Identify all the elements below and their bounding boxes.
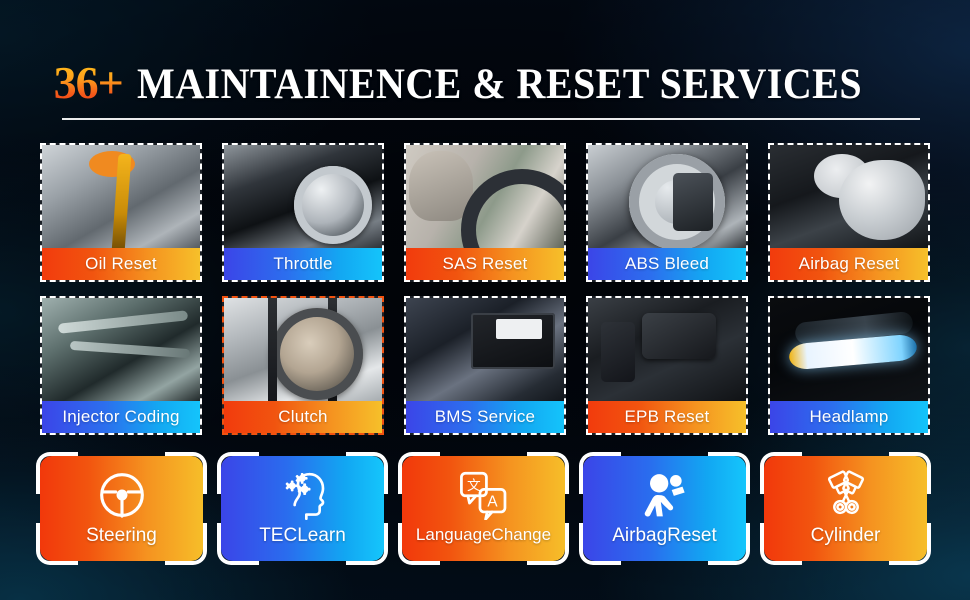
corner-bracket — [760, 523, 802, 565]
service-card[interactable]: Oil Reset — [40, 143, 202, 282]
corner-bracket — [760, 452, 802, 494]
corner-bracket — [579, 452, 621, 494]
service-count: 36+ — [53, 57, 124, 108]
svg-text:文: 文 — [467, 478, 481, 494]
photo-detail-ring — [629, 153, 726, 250]
service-button-label: LanguageChange — [415, 525, 552, 544]
service-card-label: BMS Service — [406, 401, 564, 433]
service-button-label: Steering — [86, 525, 157, 546]
headlight-photo — [770, 298, 928, 405]
corner-bracket — [165, 523, 207, 565]
service-card-image — [42, 145, 200, 252]
service-card-label: Headlamp — [770, 401, 928, 433]
service-card-image — [42, 298, 200, 405]
service-card-image — [406, 298, 564, 405]
corner-bracket — [889, 523, 931, 565]
clutch-flywheel-photo — [224, 298, 382, 405]
corner-bracket — [217, 523, 259, 565]
service-card-row-1: Oil Reset Throttle SAS Reset ABS Bleed Airba… — [40, 143, 930, 282]
service-card-label: EPB Reset — [588, 401, 746, 433]
service-card[interactable]: Clutch — [222, 296, 384, 435]
svg-text:A: A — [487, 494, 498, 511]
service-button[interactable]: Steering — [36, 452, 207, 565]
steering-wheel-icon — [94, 468, 150, 522]
service-card-label: Airbag Reset — [770, 248, 928, 280]
service-card[interactable]: Injector Coding — [40, 296, 202, 435]
corner-bracket — [165, 452, 207, 494]
service-card-image — [770, 298, 928, 405]
service-card[interactable]: Throttle — [222, 143, 384, 282]
service-button-label: AirbagReset — [612, 525, 717, 546]
service-card[interactable]: SAS Reset — [404, 143, 566, 282]
translate-icon: 文 A — [456, 468, 512, 522]
service-card-label: Oil Reset — [42, 248, 200, 280]
service-card-image — [224, 298, 382, 405]
service-card-label: ABS Bleed — [588, 248, 746, 280]
photo-detail-ring — [293, 166, 372, 245]
steering-driver-photo — [406, 145, 564, 252]
parking-brake-switch-photo — [588, 298, 746, 405]
service-card-label: Injector Coding — [42, 401, 200, 433]
service-button[interactable]: 文 A LanguageChange — [398, 452, 569, 565]
service-card[interactable]: EPB Reset — [586, 296, 748, 435]
page-header: 36+ MAINTAINENCE & RESET SERVICES — [0, 52, 970, 116]
crossed-pistons-icon — [818, 468, 874, 522]
service-card-row-2: Injector Coding Clutch BMS Service EPB Rese… — [40, 296, 930, 435]
corner-bracket — [708, 452, 750, 494]
corner-bracket — [217, 452, 259, 494]
service-button[interactable]: TECLearn — [217, 452, 388, 565]
car-battery-photo — [406, 298, 564, 405]
service-button[interactable]: AirbagReset — [579, 452, 750, 565]
service-card-label: Throttle — [224, 248, 382, 280]
service-card-label: Clutch — [224, 401, 382, 433]
airbag-person-icon — [637, 468, 693, 522]
corner-bracket — [527, 452, 569, 494]
corner-bracket — [398, 452, 440, 494]
service-card[interactable]: Airbag Reset — [768, 143, 930, 282]
head-gears-icon — [275, 468, 331, 522]
corner-bracket — [889, 452, 931, 494]
service-card-image — [588, 298, 746, 405]
service-button-label: Cylinder — [810, 525, 881, 546]
service-card[interactable]: ABS Bleed — [586, 143, 748, 282]
oil-pour-photo — [42, 145, 200, 252]
corner-bracket — [36, 452, 78, 494]
service-card-image — [770, 145, 928, 252]
service-button[interactable]: Cylinder — [760, 452, 931, 565]
corner-bracket — [36, 523, 78, 565]
throttle-body-photo — [224, 145, 382, 252]
engine-injector-photo — [42, 298, 200, 405]
service-button-row: Steering TECLearn 文 A LanguageChange Air… — [36, 452, 931, 565]
service-card-image — [588, 145, 746, 252]
airbag-deployed-photo — [770, 145, 928, 252]
photo-detail-ring — [271, 307, 364, 400]
service-card[interactable]: Headlamp — [768, 296, 930, 435]
service-button-label: TECLearn — [259, 525, 346, 546]
service-card-image — [406, 145, 564, 252]
service-card[interactable]: BMS Service — [404, 296, 566, 435]
corner-bracket — [346, 452, 388, 494]
service-card-label: SAS Reset — [406, 248, 564, 280]
page-title: MAINTAINENCE & RESET SERVICES — [136, 60, 862, 108]
brake-disc-photo — [588, 145, 746, 252]
header-divider — [62, 118, 920, 120]
service-card-image — [224, 145, 382, 252]
corner-bracket — [346, 523, 388, 565]
